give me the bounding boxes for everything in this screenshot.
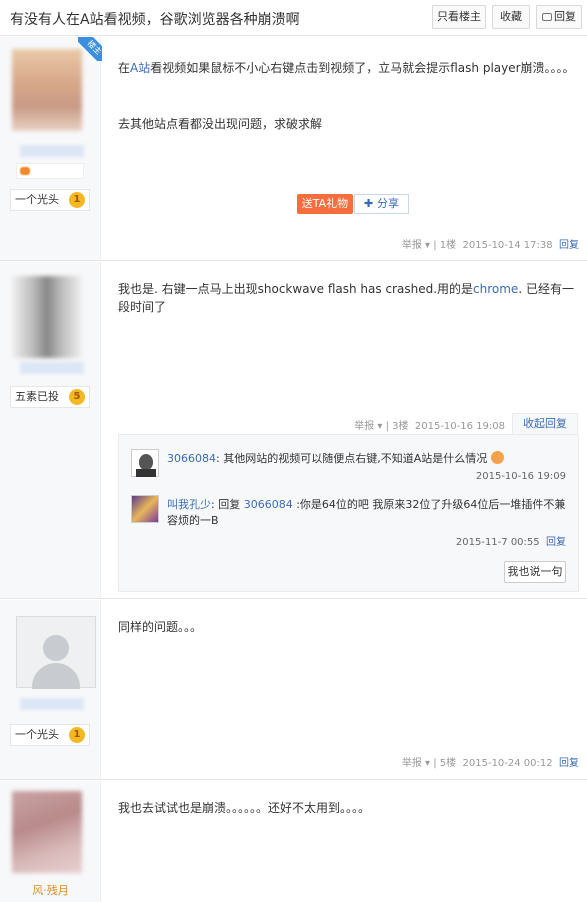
avatar[interactable] [12,49,82,131]
collapse-replies-button[interactable]: 收起回复 [512,413,578,435]
avatar[interactable] [12,276,82,358]
post-floor-3: 五素已投 5 我也是. 右键一点马上出现shockwave flash has c… [0,262,587,599]
reply-button-label: 回复 [554,10,576,23]
level-number: 1 [69,727,85,743]
level-number: 5 [69,389,85,405]
content-link[interactable]: A站 [130,61,150,75]
collect-button[interactable]: 收藏 [492,5,530,29]
level-number: 1 [69,192,85,208]
sub-reply-time: 2015-10-16 19:09 [475,471,566,482]
floor-number: 1楼 [439,240,457,251]
post-content: 我也是. 右键一点马上出现shockwave flash has crashed… [118,282,574,314]
flower-icon [20,167,30,175]
badge-name: 一个光头 [15,193,59,206]
floor-number: 5楼 [439,758,457,769]
report-link[interactable]: 举报 [402,240,422,251]
badge-name: 五素已投 [15,390,59,403]
post-content: 我也去试试也是崩溃。。。。。。还好不太用到。。。。 [118,801,371,815]
user-sidebar: 一个光头 1 [0,600,101,779]
icon-badge-row [16,163,84,179]
avatar[interactable] [131,495,159,523]
post-content: 同样的问题。。。 [118,620,203,634]
avatar[interactable] [12,791,82,873]
user-sidebar: 楼主 一个光头 1 [0,37,102,260]
gift-button[interactable]: 送TA礼物 [297,194,353,214]
level-badge[interactable]: 一个光头 1 [10,724,90,746]
only-lz-button[interactable]: 只看楼主 [432,5,486,29]
angry-emoji-icon [490,451,504,464]
level-badge[interactable]: 五素已投 5 [10,386,90,408]
share-button[interactable]: ✚ 分享 [354,194,409,214]
comment-icon [542,13,552,21]
post-floor-5: 一个光头 1 同样的问题。。。 举报 ▾ | 5楼 2015-10-24 00:1… [0,600,587,780]
post-time: 2015-10-16 19:08 [414,421,505,432]
sub-reply-user[interactable]: 叫我孔少 [167,498,211,511]
post-content-line2: 去其他站点看都没出现问题，求破求解 [118,117,323,131]
sub-reply-box: 3066084: 其他网站的视频可以随便点右键,不知道A站是什么情况 2015-… [118,434,579,592]
content-link[interactable]: chrome [473,282,518,296]
username-blurred[interactable] [20,145,84,157]
reply-link[interactable]: 回复 [559,240,579,251]
username-blurred[interactable] [20,362,84,374]
reply-button[interactable]: 回复 [536,5,582,29]
face-graphic [139,454,153,470]
post-tail: 举报 ▾ | 1楼 2015-10-14 17:38 回复 [401,240,579,251]
badge-name: 一个光头 [15,728,59,741]
post-floor-1: 楼主 一个光头 1 在A站看视频如果鼠标不小心右键点击到视频了，立马就会提示fla… [0,37,587,261]
post-tail: 举报 ▾ | 5楼 2015-10-24 00:12 回复 [401,758,579,769]
level-badge[interactable]: 一个光头 1 [10,189,90,211]
sub-reply: 3066084: 其他网站的视频可以随便点右键,不知道A站是什么情况 [167,451,567,467]
post-time: 2015-10-14 17:38 [462,240,553,251]
thread-title: 有没有人在A站看视频，谷歌浏览器各种崩溃啊 [10,12,300,28]
user-sidebar: 风·残月 [0,781,101,902]
post-time: 2015-10-24 00:12 [462,758,553,769]
user-sidebar: 五素已投 5 [0,262,101,598]
plus-icon: ✚ [363,197,378,210]
sub-reply: 叫我孔少: 回复 3066084 :你是64位的吧 我原来32位了升级64位后一… [167,498,566,527]
avatar[interactable] [131,449,159,477]
report-link[interactable]: 举报 [354,421,374,432]
sub-reply-time: 2015-11-7 00:55 [455,537,540,548]
post-tail: 举报 ▾ | 3楼 2015-10-16 19:08 [354,421,505,432]
say-something-button[interactable]: 我也说一句 [504,561,566,583]
default-avatar[interactable] [16,616,96,689]
body-graphic [136,469,156,477]
thread-header: 有没有人在A站看视频，谷歌浏览器各种崩溃啊 只看楼主 收藏 回复 [0,0,587,36]
username-blurred[interactable] [20,698,84,710]
post-floor-6: 风·残月 我也去试试也是崩溃。。。。。。还好不太用到。。。。 [0,781,587,902]
reply-link[interactable]: 回复 [546,537,566,548]
sub-reply-tail: 2015-11-7 00:55 回复 [456,533,566,548]
reply-link[interactable]: 回复 [559,758,579,769]
sub-reply-user[interactable]: 3066084 [167,452,216,465]
floor-number: 3楼 [392,421,409,432]
report-link[interactable]: 举报 [402,758,422,769]
avatar-body [32,663,80,689]
sub-reply-target[interactable]: 3066084 [244,498,293,511]
post-content: 在A站看视频如果鼠标不小心右键点击到视频了，立马就会提示flash player… [118,61,575,75]
avatar-head [43,635,69,661]
username[interactable]: 风·残月 [0,882,101,898]
